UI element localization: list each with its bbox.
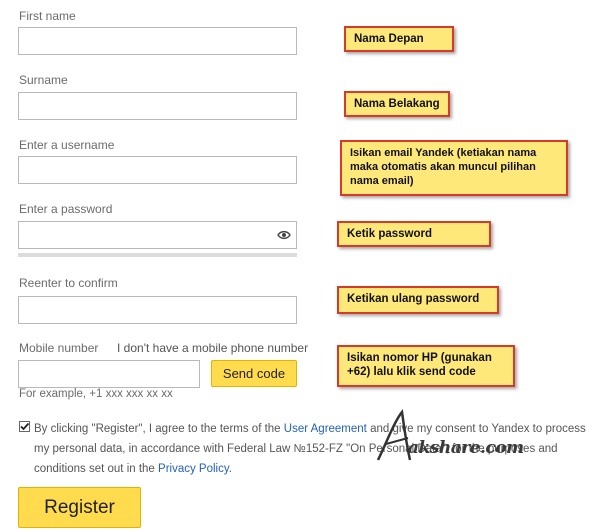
send-code-button[interactable]: Send code <box>211 360 297 387</box>
first-name-input[interactable] <box>18 27 297 55</box>
terms-checkbox[interactable] <box>19 421 30 432</box>
register-button[interactable]: Register <box>18 487 141 528</box>
confirm-password-input[interactable] <box>18 296 297 324</box>
note-confirm: Ketikan ulang password <box>337 286 499 314</box>
watermark-logo: akshare.com <box>372 408 524 468</box>
surname-input[interactable] <box>18 92 297 120</box>
note-first-name: Nama Depan <box>344 26 454 52</box>
note-password: Ketik password <box>337 221 491 247</box>
note-surname: Nama Belakang <box>344 91 450 117</box>
confirm-label: Reenter to confirm <box>19 276 118 290</box>
password-label: Enter a password <box>19 202 113 216</box>
terms-text-3: . <box>228 463 232 475</box>
no-phone-link[interactable]: I don't have a mobile phone number <box>117 341 308 355</box>
mobile-input[interactable] <box>18 360 200 388</box>
mobile-example: For example, +1 xxx xxx xx xx <box>19 388 173 400</box>
password-input[interactable] <box>18 221 297 249</box>
watermark-text: akshare.com <box>408 438 524 458</box>
username-input[interactable] <box>18 156 297 184</box>
note-username: Isikan email Yandek (ketiakan nama maka … <box>340 140 568 196</box>
checkmark-icon <box>20 422 30 431</box>
privacy-policy-link[interactable]: Privacy Policy <box>158 463 229 475</box>
eye-icon[interactable] <box>277 230 291 240</box>
note-mobile: Isikan nomor HP (gunakan +62) lalu klik … <box>337 345 515 387</box>
surname-label: Surname <box>19 73 68 87</box>
username-label: Enter a username <box>19 138 115 152</box>
first-name-label: First name <box>19 9 76 23</box>
password-strength-bar <box>18 253 297 257</box>
terms-text-1: By clicking "Register", I agree to the t… <box>34 423 284 435</box>
mobile-label: Mobile number <box>19 341 99 355</box>
user-agreement-link[interactable]: User Agreement <box>284 423 367 435</box>
